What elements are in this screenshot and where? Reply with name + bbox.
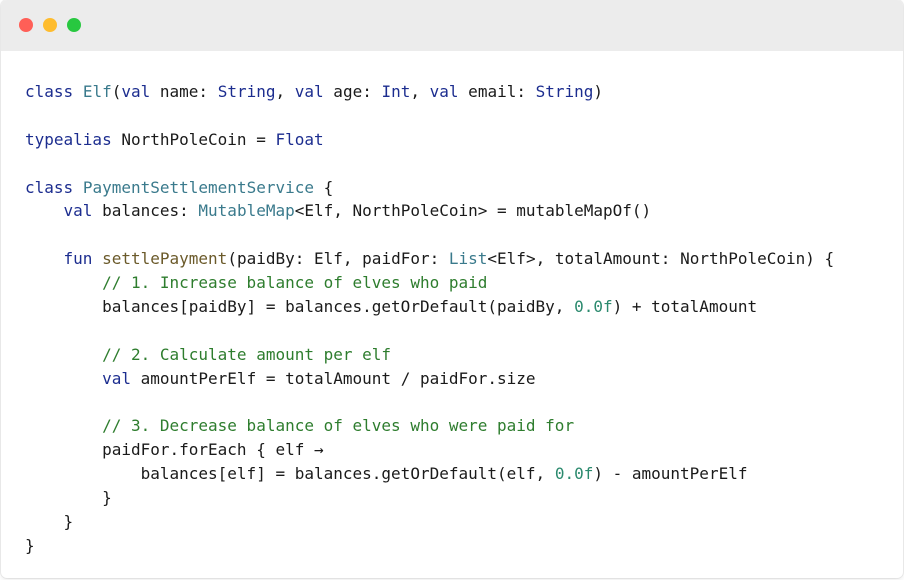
code-line-18: } — [25, 486, 834, 510]
function-name: settlePayment — [102, 249, 228, 269]
number-literal: 0.0f — [574, 297, 613, 317]
keyword: val — [121, 82, 151, 101]
code-text: } — [102, 488, 112, 508]
keyword: val — [102, 368, 131, 388]
number-literal: 0.0f — [554, 464, 594, 484]
code-text: } — [63, 512, 74, 532]
code-line-9: // 1. Increase balance of elves who paid — [25, 271, 834, 295]
code-line-13: val amountPerElf = totalAmount / paidFor… — [25, 367, 834, 391]
close-button[interactable] — [19, 18, 33, 32]
code-text: <Elf>, totalAmount: NorthPoleCoin) { — [487, 249, 835, 269]
code-line-5: class PaymentSettlementService { — [25, 176, 834, 200]
keyword: class — [25, 177, 74, 197]
keyword: typealias — [25, 129, 112, 149]
code-line-20: } — [25, 534, 834, 558]
code-line-6: val balances: MutableMap<Elf, NorthPoleC… — [25, 199, 834, 223]
code-comment: // 3. Decrease balance of elves who were… — [102, 416, 575, 436]
code-text: } — [25, 535, 35, 555]
code-text: balances[elf] = balances.getOrDefault(el… — [140, 464, 555, 484]
type-name: String — [217, 82, 276, 101]
code-text: amountPerElf = totalAmount / paidFor.siz… — [130, 368, 536, 388]
code-text: email: — [458, 82, 536, 101]
code-text: ) — [593, 82, 604, 101]
code-text: balances[paidBy] = balances.getOrDefault… — [102, 297, 575, 317]
code-line-17: balances[elf] = balances.getOrDefault(el… — [25, 462, 834, 486]
code-line-15: // 3. Decrease balance of elves who were… — [25, 414, 834, 438]
code-line-12: // 2. Calculate amount per elf — [25, 343, 834, 367]
keyword: val — [429, 82, 459, 101]
class-name: PaymentSettlementService — [82, 177, 314, 197]
code-text: <Elf, NorthPoleCoin> = mutableMapOf() — [294, 201, 652, 221]
code-window: class Elf(val name: String, val age: Int… — [1, 0, 903, 578]
keyword: val — [294, 82, 324, 101]
code-text: age: — [323, 82, 382, 101]
code-text: , — [410, 82, 430, 101]
code-text: { — [314, 177, 334, 197]
type-name: String — [535, 82, 594, 101]
keyword: val — [63, 201, 93, 221]
code-block: class Elf(val name: String, val age: Int… — [25, 80, 834, 558]
code-comment: // 2. Calculate amount per elf — [102, 344, 392, 364]
class-name: Elf — [82, 82, 112, 101]
code-line-3: typealias NorthPoleCoin = Float — [25, 128, 834, 152]
code-text: (paidBy: Elf, paidFor: — [227, 249, 449, 269]
type-name: Float — [275, 129, 324, 149]
code-text: NorthPoleCoin = — [111, 129, 276, 149]
code-text: paidFor.forEach { elf → — [102, 440, 324, 460]
code-line-8: fun settlePayment(paidBy: Elf, paidFor: … — [25, 247, 835, 271]
class-name: List — [448, 249, 488, 269]
type-name: Int — [381, 82, 411, 101]
code-text: ) - amountPerElf — [593, 464, 748, 484]
keyword: class — [25, 82, 74, 101]
class-name: MutableMap — [198, 201, 295, 221]
keyword: fun — [63, 249, 93, 269]
window-titlebar — [1, 0, 903, 51]
code-text: , — [275, 82, 295, 101]
minimize-button[interactable] — [43, 18, 57, 32]
code-comment: // 1. Increase balance of elves who paid — [102, 273, 488, 293]
code-line-10: balances[paidBy] = balances.getOrDefault… — [25, 295, 834, 319]
code-line-1: class Elf(val name: String, val age: Int… — [25, 80, 834, 104]
code-line-19: } — [25, 510, 834, 534]
maximize-button[interactable] — [67, 18, 81, 32]
code-text: ) + totalAmount — [612, 297, 758, 317]
code-text: name: — [150, 82, 218, 101]
code-line-16: paidFor.forEach { elf → — [25, 438, 834, 462]
code-text: balances: — [92, 201, 199, 221]
code-text: ( — [111, 82, 122, 101]
